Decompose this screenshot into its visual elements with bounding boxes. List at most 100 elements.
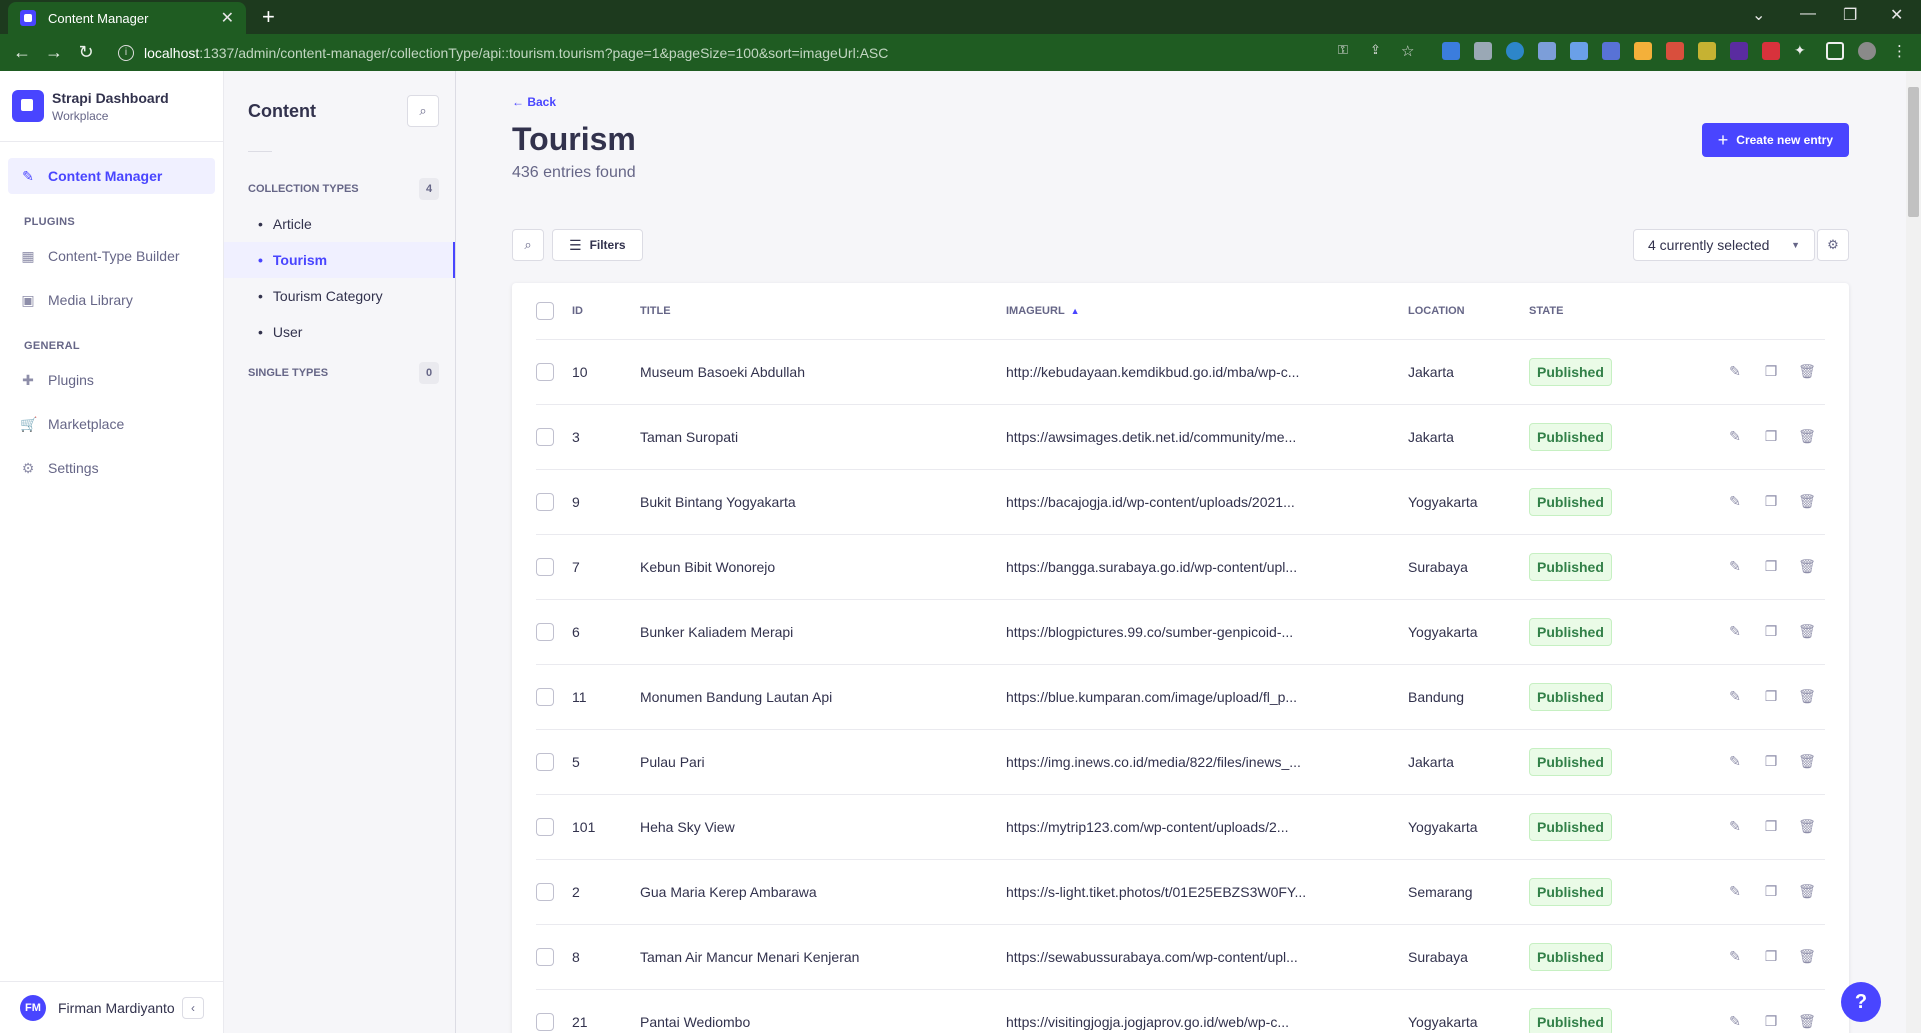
nav-content-manager[interactable]: ✎ Content Manager — [8, 158, 215, 194]
table-search-button[interactable]: ⌕ — [512, 229, 544, 261]
trash-icon[interactable]: 🗑 — [1789, 753, 1825, 770]
table-row[interactable]: 21 Pantai Wediombo https://visitingjogja.j… — [536, 989, 1825, 1033]
table-row[interactable]: 6 Bunker Kaliadem Merapi https://blogpictu… — [536, 599, 1825, 665]
subnav-item-article[interactable]: Article — [224, 206, 455, 242]
table-row[interactable]: 10 Museum Basoeki Abdullah http://kebudaya… — [536, 339, 1825, 405]
nav-settings[interactable]: ⚙ Settings — [8, 450, 215, 486]
nav-content-type-builder[interactable]: ▦ Content-Type Builder — [8, 238, 215, 274]
trash-icon[interactable]: 🗑 — [1789, 1013, 1825, 1030]
edit-icon[interactable]: ✎ — [1717, 623, 1753, 640]
row-checkbox[interactable] — [536, 362, 554, 381]
edit-icon[interactable]: ✎ — [1717, 753, 1753, 770]
edit-icon[interactable]: ✎ — [1717, 883, 1753, 900]
edit-icon[interactable]: ✎ — [1717, 363, 1753, 380]
site-info-icon[interactable]: i — [118, 44, 134, 61]
duplicate-icon[interactable]: ❐ — [1753, 363, 1789, 380]
share-icon[interactable]: ⇪ — [1370, 42, 1388, 60]
extension-icon[interactable] — [1442, 42, 1460, 60]
edit-icon[interactable]: ✎ — [1717, 948, 1753, 965]
duplicate-icon[interactable]: ❐ — [1753, 493, 1789, 510]
subnav-item-tourism-category[interactable]: Tourism Category — [224, 278, 455, 314]
duplicate-icon[interactable]: ❐ — [1753, 818, 1789, 835]
extension-icon[interactable] — [1730, 42, 1748, 60]
duplicate-icon[interactable]: ❐ — [1753, 558, 1789, 575]
single-types-heading[interactable]: SINGLE TYPES 0 — [224, 362, 455, 384]
tab-search-icon[interactable]: ⌄ — [1752, 5, 1765, 25]
sidepanel-icon[interactable] — [1826, 42, 1844, 60]
duplicate-icon[interactable]: ❐ — [1753, 753, 1789, 770]
scrollbar-thumb[interactable] — [1908, 87, 1919, 217]
row-checkbox[interactable] — [536, 817, 554, 836]
row-checkbox[interactable] — [536, 492, 554, 511]
duplicate-icon[interactable]: ❐ — [1753, 1013, 1789, 1030]
duplicate-icon[interactable]: ❐ — [1753, 948, 1789, 965]
select-all-checkbox[interactable] — [536, 301, 554, 320]
table-row[interactable]: 11 Monumen Bandung Lautan Api https://blue… — [536, 664, 1825, 730]
bookmark-star-icon[interactable]: ☆ — [1401, 42, 1419, 60]
table-row[interactable]: 101 Heha Sky View https://mytrip123.com/wp… — [536, 794, 1825, 860]
table-row[interactable]: 5 Pulau Pari https://img.inews.co.id/media… — [536, 729, 1825, 795]
extension-icon[interactable] — [1602, 42, 1620, 60]
row-checkbox[interactable] — [536, 882, 554, 901]
row-checkbox[interactable] — [536, 427, 554, 446]
create-new-entry-button[interactable]: + Create new entry — [1701, 123, 1849, 157]
duplicate-icon[interactable]: ❐ — [1753, 688, 1789, 705]
column-header-id[interactable]: ID — [572, 283, 640, 340]
filters-button[interactable]: ☰ Filters — [552, 229, 643, 261]
browser-tab[interactable]: Content Manager ✕ — [8, 2, 246, 34]
key-icon[interactable]: ⚿ — [1338, 42, 1356, 60]
window-close-icon[interactable]: ✕ — [1890, 5, 1903, 25]
extension-icon[interactable] — [1634, 42, 1652, 60]
collapse-sidebar-button[interactable]: ‹ — [182, 996, 204, 1019]
extension-icon[interactable] — [1570, 42, 1588, 60]
table-row[interactable]: 2 Gua Maria Kerep Ambarawa https://s-light… — [536, 859, 1825, 925]
menu-dots-icon[interactable]: ⋮ — [1892, 42, 1910, 60]
row-checkbox[interactable] — [536, 947, 554, 966]
page-scrollbar[interactable] — [1906, 71, 1921, 1033]
trash-icon[interactable]: 🗑 — [1789, 493, 1825, 510]
subnav-item-user[interactable]: User — [224, 314, 455, 350]
extension-icon[interactable] — [1474, 42, 1492, 60]
edit-icon[interactable]: ✎ — [1717, 428, 1753, 445]
subnav-item-tourism[interactable]: Tourism — [224, 242, 455, 278]
row-checkbox[interactable] — [536, 557, 554, 576]
trash-icon[interactable]: 🗑 — [1789, 428, 1825, 445]
trash-icon[interactable]: 🗑 — [1789, 818, 1825, 835]
trash-icon[interactable]: 🗑 — [1789, 688, 1825, 705]
duplicate-icon[interactable]: ❐ — [1753, 623, 1789, 640]
table-row[interactable]: 9 Bukit Bintang Yogyakarta https://bacajog… — [536, 469, 1825, 535]
nav-marketplace[interactable]: 🛒 Marketplace — [8, 406, 215, 442]
trash-icon[interactable]: 🗑 — [1789, 883, 1825, 900]
back-link[interactable]: ← Back — [512, 95, 556, 109]
row-checkbox[interactable] — [536, 622, 554, 641]
trash-icon[interactable]: 🗑 — [1789, 623, 1825, 640]
profile-avatar-icon[interactable] — [1858, 42, 1876, 60]
list-settings-button[interactable]: ⚙ — [1817, 229, 1849, 261]
edit-icon[interactable]: ✎ — [1717, 818, 1753, 835]
tab-close-icon[interactable]: ✕ — [221, 8, 234, 28]
back-arrow-icon[interactable]: ← — [6, 42, 38, 63]
column-header-location[interactable]: LOCATION — [1408, 283, 1529, 340]
table-row[interactable]: 7 Kebun Bibit Wonorejo https://bangga.sura… — [536, 534, 1825, 600]
new-tab-icon[interactable]: + — [262, 4, 275, 30]
edit-icon[interactable]: ✎ — [1717, 493, 1753, 510]
columns-select[interactable]: 4 currently selected ▼ — [1633, 229, 1815, 261]
reload-icon[interactable]: ↻ — [70, 42, 102, 63]
row-checkbox[interactable] — [536, 752, 554, 771]
extension-icon[interactable] — [1538, 42, 1556, 60]
column-header-title[interactable]: TITLE — [640, 283, 1006, 340]
address-bar[interactable]: i localhost:1337/admin/content-manager/c… — [110, 38, 1410, 67]
duplicate-icon[interactable]: ❐ — [1753, 428, 1789, 445]
puzzle-extensions-icon[interactable]: ✦ — [1794, 42, 1812, 60]
subnav-search-button[interactable]: ⌕ — [407, 95, 439, 127]
duplicate-icon[interactable]: ❐ — [1753, 883, 1789, 900]
forward-arrow-icon[interactable]: → — [38, 42, 70, 63]
row-checkbox[interactable] — [536, 1012, 554, 1031]
minimize-icon[interactable]: — — [1800, 5, 1816, 23]
trash-icon[interactable]: 🗑 — [1789, 948, 1825, 965]
edit-icon[interactable]: ✎ — [1717, 1013, 1753, 1030]
trash-icon[interactable]: 🗑 — [1789, 558, 1825, 575]
nav-plugins[interactable]: ✚ Plugins — [8, 362, 215, 398]
help-button[interactable]: ? — [1841, 982, 1881, 1022]
extension-icon[interactable] — [1762, 42, 1780, 60]
